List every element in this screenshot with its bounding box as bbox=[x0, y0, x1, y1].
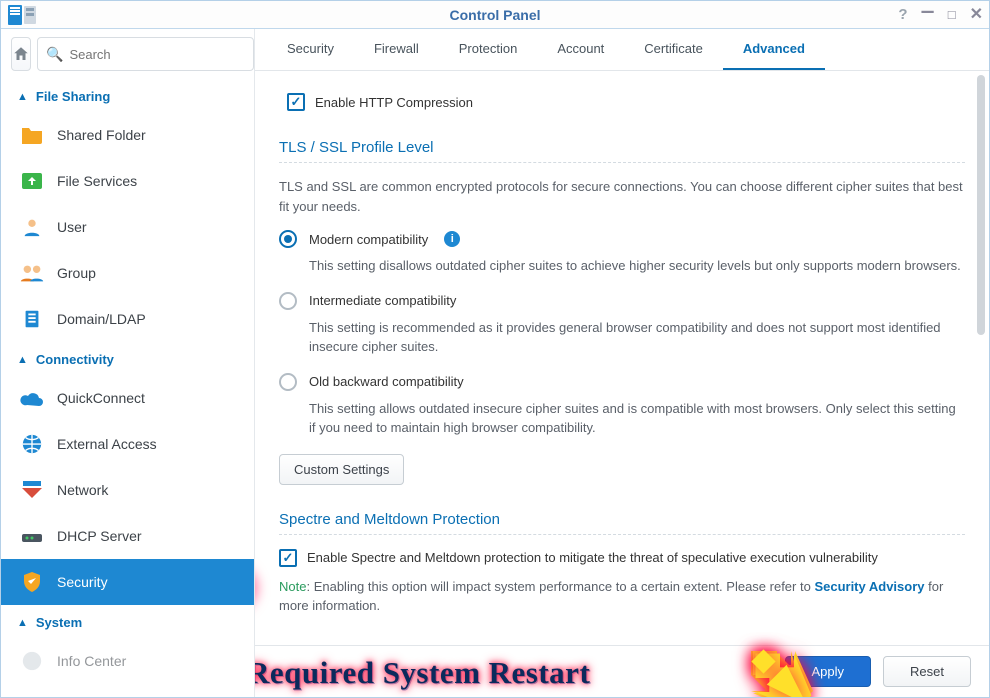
window-title: Control Panel bbox=[449, 7, 540, 23]
sidebar-group-label: Connectivity bbox=[36, 352, 114, 367]
security-advisory-link[interactable]: Security Advisory bbox=[814, 579, 924, 594]
spectre-enable-label: Enable Spectre and Meltdown protection t… bbox=[307, 550, 878, 565]
radio-backward-desc: This setting allows outdated insecure ci… bbox=[309, 399, 965, 438]
annotation-restart-text: Required System Restart bbox=[255, 655, 590, 691]
user-icon bbox=[19, 216, 45, 238]
radio-intermediate[interactable]: Intermediate compatibility bbox=[279, 292, 965, 310]
tab-bar: Security Firewall Protection Account Cer… bbox=[255, 29, 989, 71]
info-icon bbox=[19, 650, 45, 672]
close-icon[interactable]: ✕ bbox=[970, 7, 983, 23]
dhcp-icon bbox=[19, 525, 45, 547]
search-input[interactable] bbox=[69, 47, 245, 62]
tls-intro: TLS and SSL are common encrypted protoco… bbox=[279, 177, 965, 216]
tab-account[interactable]: Account bbox=[537, 31, 624, 70]
radio-button[interactable] bbox=[279, 373, 297, 391]
spectre-note: Note: Enabling this option will impact s… bbox=[279, 577, 965, 616]
file-services-icon bbox=[19, 170, 45, 192]
sidebar-group-label: System bbox=[36, 615, 82, 630]
app-icon bbox=[7, 4, 39, 26]
info-icon[interactable]: i bbox=[444, 231, 460, 247]
shield-icon bbox=[19, 571, 45, 593]
folder-icon bbox=[19, 124, 45, 146]
chevron-up-icon: ▲ bbox=[17, 617, 28, 629]
sidebar-item-user[interactable]: User bbox=[1, 204, 254, 250]
minimize-icon[interactable]: ‒ bbox=[921, 0, 933, 22]
radio-modern[interactable]: Modern compatibility i bbox=[279, 230, 965, 248]
sidebar-group-label: File Sharing bbox=[36, 89, 110, 104]
radio-intermediate-desc: This setting is recommended as it provid… bbox=[309, 318, 965, 357]
radio-button[interactable] bbox=[279, 292, 297, 310]
domain-ldap-icon bbox=[19, 308, 45, 330]
sidebar-item-network[interactable]: Network bbox=[1, 467, 254, 513]
sidebar-item-external-access[interactable]: External Access bbox=[1, 421, 254, 467]
http-compression-label: Enable HTTP Compression bbox=[315, 95, 473, 110]
sidebar-item-domain-ldap[interactable]: Domain/LDAP bbox=[1, 296, 254, 342]
cloud-icon bbox=[19, 387, 45, 409]
tab-firewall[interactable]: Firewall bbox=[354, 31, 439, 70]
sidebar-group-connectivity[interactable]: ▲ Connectivity bbox=[1, 342, 254, 375]
tab-security[interactable]: Security bbox=[267, 31, 354, 70]
help-icon[interactable]: ? bbox=[898, 7, 907, 22]
note-prefix: Note bbox=[279, 579, 306, 594]
sidebar-item-file-services[interactable]: File Services bbox=[1, 158, 254, 204]
network-icon bbox=[19, 479, 45, 501]
sidebar-group-file-sharing[interactable]: ▲ File Sharing bbox=[1, 79, 254, 112]
custom-settings-button[interactable]: Custom Settings bbox=[279, 454, 404, 485]
spectre-section-title: Spectre and Meltdown Protection bbox=[279, 511, 965, 535]
scrollbar-track[interactable] bbox=[977, 75, 985, 639]
search-box[interactable]: 🔍 bbox=[37, 37, 254, 71]
content-pane: Security Firewall Protection Account Cer… bbox=[255, 29, 989, 697]
radio-modern-desc: This setting disallows outdated cipher s… bbox=[309, 256, 965, 276]
search-icon: 🔍 bbox=[46, 46, 63, 63]
radio-backward-label: Old backward compatibility bbox=[309, 374, 464, 389]
radio-modern-label: Modern compatibility bbox=[309, 232, 428, 247]
sidebar-item-shared-folder[interactable]: Shared Folder bbox=[1, 112, 254, 158]
http-compression-checkbox[interactable] bbox=[287, 93, 305, 111]
tls-section-title: TLS / SSL Profile Level bbox=[279, 139, 965, 163]
sidebar-group-system[interactable]: ▲ System bbox=[1, 605, 254, 638]
chevron-up-icon: ▲ bbox=[17, 354, 28, 366]
annotation-arrow-icon bbox=[747, 645, 813, 697]
sidebar-item-group[interactable]: Group bbox=[1, 250, 254, 296]
sidebar-item-quickconnect[interactable]: QuickConnect bbox=[1, 375, 254, 421]
settings-panel: Enable HTTP Compression TLS / SSL Profil… bbox=[255, 71, 989, 645]
spectre-section: Spectre and Meltdown Protection Enable S… bbox=[279, 493, 965, 624]
radio-button[interactable] bbox=[279, 230, 297, 248]
radio-intermediate-label: Intermediate compatibility bbox=[309, 293, 456, 308]
home-icon bbox=[12, 45, 30, 63]
globe-icon bbox=[19, 433, 45, 455]
titlebar: Control Panel ? ‒ □ ✕ bbox=[1, 1, 989, 29]
tab-advanced[interactable]: Advanced bbox=[723, 31, 825, 70]
sidebar-item-dhcp-server[interactable]: DHCP Server bbox=[1, 513, 254, 559]
sidebar: 🔍 ▲ File Sharing Shared Folder File Serv… bbox=[1, 29, 255, 697]
tls-section: TLS / SSL Profile Level TLS and SSL are … bbox=[279, 121, 965, 493]
maximize-icon[interactable]: □ bbox=[948, 8, 956, 21]
sidebar-item-security[interactable]: Security bbox=[1, 559, 254, 605]
chevron-up-icon: ▲ bbox=[17, 91, 28, 103]
radio-backward[interactable]: Old backward compatibility bbox=[279, 373, 965, 391]
home-button[interactable] bbox=[11, 37, 31, 71]
control-panel-window: Control Panel ? ‒ □ ✕ 🔍 ▲ File Sharing bbox=[0, 0, 990, 698]
sidebar-item-info-center[interactable]: Info Center bbox=[1, 638, 254, 684]
tab-protection[interactable]: Protection bbox=[439, 31, 538, 70]
spectre-enable-checkbox[interactable] bbox=[279, 549, 297, 567]
reset-button[interactable]: Reset bbox=[883, 656, 971, 687]
scrollbar-thumb[interactable] bbox=[977, 75, 985, 335]
group-icon bbox=[19, 262, 45, 284]
tab-certificate[interactable]: Certificate bbox=[624, 31, 723, 70]
